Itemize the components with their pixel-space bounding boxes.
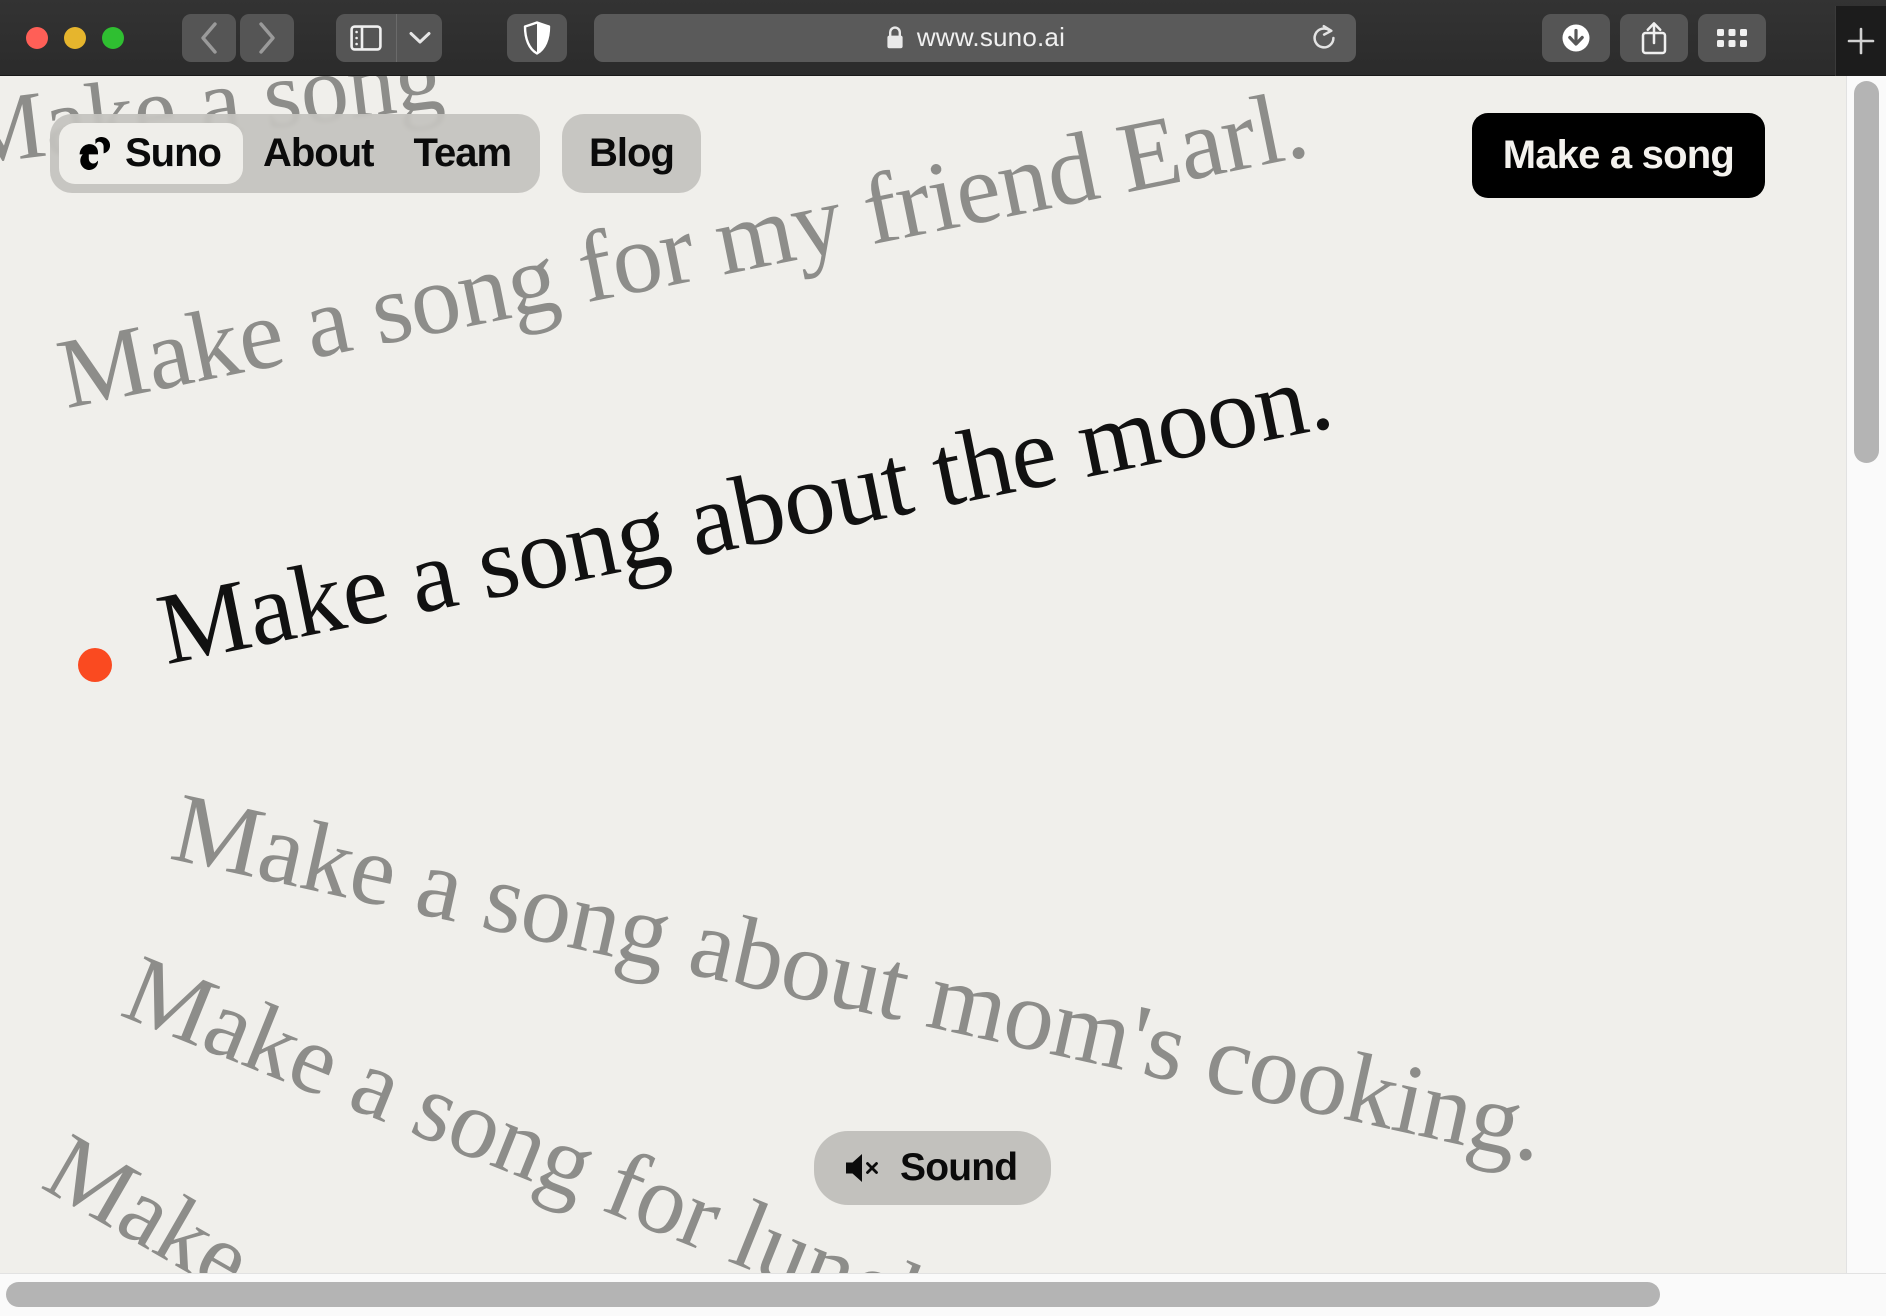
forward-button[interactable] — [240, 13, 294, 62]
sidebar-options-button[interactable] — [397, 14, 442, 62]
suno-wave-logo-icon — [79, 136, 111, 170]
grid-icon — [1717, 28, 1747, 47]
plus-icon — [1847, 27, 1875, 55]
toggle-sidebar-button[interactable] — [336, 13, 397, 62]
address-bar-content: www.suno.ai — [885, 22, 1065, 53]
suno-homepage: Make a songMake a song for my friend Ear… — [0, 76, 1847, 1274]
sound-toggle-button[interactable]: Sound — [814, 1131, 1052, 1205]
toolbar-right-tools — [1542, 13, 1766, 62]
sidebar-controls — [336, 13, 442, 62]
browser-window: www.suno.ai song Make a song for my frie… — [0, 0, 1886, 1316]
nav-link-about[interactable]: About — [243, 123, 394, 184]
share-icon — [1641, 21, 1667, 54]
vertical-scrollbar[interactable] — [1846, 76, 1886, 1274]
close-window-button[interactable] — [26, 26, 48, 49]
minimize-window-button[interactable] — [64, 26, 86, 49]
url-text: www.suno.ai — [916, 22, 1066, 52]
new-tab-button[interactable] — [1835, 6, 1886, 76]
browser-toolbar: www.suno.ai — [0, 0, 1886, 76]
chevron-left-icon — [201, 21, 217, 54]
brand-name: Suno — [125, 131, 222, 175]
chevron-down-icon — [409, 31, 430, 43]
speaker-muted-icon — [846, 1154, 878, 1182]
downloads-button[interactable] — [1542, 13, 1610, 62]
nav-link-team[interactable]: Team — [394, 123, 532, 184]
address-bar[interactable]: www.suno.ai — [594, 13, 1356, 62]
maximize-window-button[interactable] — [102, 26, 124, 49]
prompt-line-active[interactable]: Make a song about the moon. — [149, 338, 1341, 687]
vertical-scrollbar-thumb[interactable] — [1854, 81, 1879, 463]
sidebar-icon — [350, 24, 382, 51]
nav-pill: Suno About Team — [50, 114, 541, 193]
nav-link-blog[interactable]: Blog — [562, 114, 701, 193]
make-a-song-button[interactable]: Make a song — [1471, 113, 1765, 198]
reload-icon — [1313, 24, 1335, 49]
horizontal-scrollbar-thumb[interactable] — [6, 1282, 1660, 1307]
site-navigation: Suno About Team Blog — [50, 114, 701, 193]
reload-button[interactable] — [1298, 18, 1350, 58]
shield-icon — [523, 20, 551, 55]
download-icon — [1562, 24, 1590, 51]
horizontal-scrollbar[interactable] — [0, 1273, 1886, 1316]
chevron-right-icon — [259, 21, 275, 54]
brand-home-link[interactable]: Suno — [59, 123, 243, 184]
sound-label: Sound — [900, 1146, 1018, 1189]
privacy-report-button[interactable] — [507, 13, 567, 62]
tab-overview-button[interactable] — [1698, 13, 1766, 62]
lock-icon — [887, 26, 903, 49]
share-button[interactable] — [1620, 13, 1688, 62]
window-controls — [26, 26, 124, 49]
back-button[interactable] — [182, 13, 236, 62]
active-prompt-bullet — [78, 648, 112, 682]
navigation-buttons — [182, 13, 294, 62]
page-viewport: Make a songMake a song for my friend Ear… — [0, 76, 1886, 1316]
